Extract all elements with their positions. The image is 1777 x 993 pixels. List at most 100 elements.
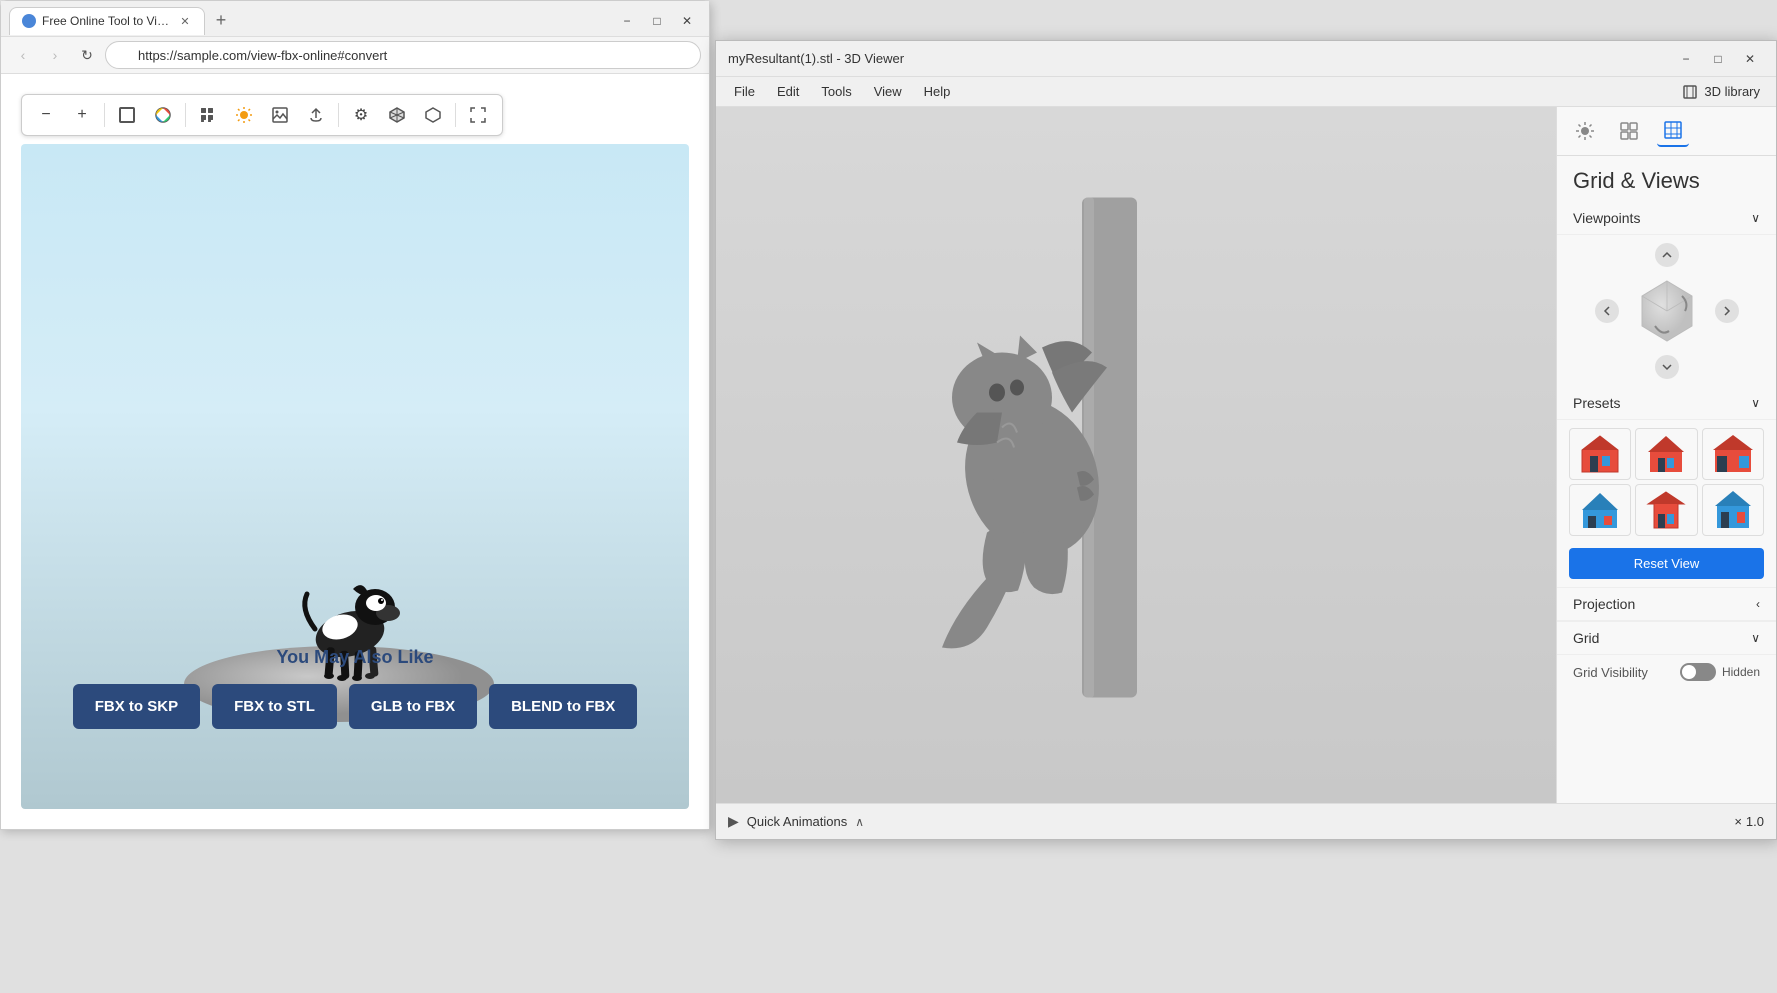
animation-icon: ▶: [728, 813, 739, 830]
menu-edit[interactable]: Edit: [767, 80, 809, 103]
fullscreen-button[interactable]: [462, 99, 494, 131]
grid-button[interactable]: [192, 99, 224, 131]
presets-grid: [1557, 420, 1776, 544]
menu-view[interactable]: View: [864, 80, 912, 103]
grid-visibility-label: Grid Visibility: [1573, 665, 1648, 680]
right-panel: Grid & Views Viewpoints ∨: [1556, 107, 1776, 803]
toggle-knob: [1682, 665, 1696, 679]
grid-section-header[interactable]: Grid ∨: [1557, 622, 1776, 655]
preset-item-2[interactable]: [1635, 428, 1697, 480]
projection-collapse[interactable]: ‹: [1756, 597, 1760, 611]
viewpoints-section-header[interactable]: Viewpoints ∨: [1557, 202, 1776, 235]
vp-column: [1595, 243, 1739, 379]
restore-button[interactable]: □: [1704, 49, 1732, 69]
presets-chevron: ∨: [1751, 396, 1760, 410]
panel-icon-bar: [1557, 107, 1776, 156]
preset-item-3[interactable]: [1702, 428, 1764, 480]
tab-favicon: [22, 14, 36, 28]
sun-button[interactable]: [228, 99, 260, 131]
viewpoints-chevron: ∨: [1751, 211, 1760, 225]
tab-close-button[interactable]: ✕: [178, 14, 192, 28]
grid-visibility-row: Grid Visibility Hidden: [1557, 655, 1776, 689]
vp-left-button[interactable]: [1595, 299, 1619, 323]
fbx-to-stl-button[interactable]: FBX to STL: [212, 684, 337, 729]
zoom-in-button[interactable]: +: [66, 99, 98, 131]
minimize-button[interactable]: −: [1672, 49, 1700, 69]
grid-panel-icon[interactable]: [1613, 115, 1645, 147]
preset-item-4[interactable]: [1569, 484, 1631, 536]
fbx-to-skp-button[interactable]: FBX to SKP: [73, 684, 200, 729]
toggle-switch[interactable]: Hidden: [1680, 663, 1760, 681]
forward-button[interactable]: ›: [41, 41, 69, 69]
viewer-window: myResultant(1).stl - 3D Viewer − □ ✕ Fil…: [715, 40, 1777, 840]
projection-section: Projection ‹: [1557, 587, 1776, 621]
speed-value: 1.0: [1746, 814, 1764, 829]
table-panel-icon[interactable]: [1657, 115, 1689, 147]
menu-tools[interactable]: Tools: [811, 80, 861, 103]
browser-titlebar: Free Online Tool to View 3D FB ✕ + − □ ✕: [1, 1, 709, 37]
projection-label: Projection: [1573, 596, 1635, 612]
browser-tab[interactable]: Free Online Tool to View 3D FB ✕: [9, 7, 205, 35]
viewer-body: Grid & Views Viewpoints ∨: [716, 107, 1776, 803]
toolbar-separator-4: [455, 103, 456, 127]
browser-tab-bar: Free Online Tool to View 3D FB ✕ + − □ ✕: [1, 1, 709, 37]
projection-section-header[interactable]: Projection ‹: [1557, 588, 1776, 621]
toolbar-separator-3: [338, 103, 339, 127]
upload-button[interactable]: [300, 99, 332, 131]
ymal-buttons: FBX to SKP FBX to STL GLB to FBX BLEND t…: [1, 684, 709, 729]
preset-house-2: [1636, 429, 1696, 479]
frame-button[interactable]: [111, 99, 143, 131]
animations-chevron[interactable]: ∧: [855, 815, 864, 829]
color-button[interactable]: [147, 99, 179, 131]
menu-items: File Edit Tools View Help: [724, 80, 960, 103]
address-bar[interactable]: [105, 41, 701, 69]
toolbar-separator-1: [104, 103, 105, 127]
vp-right-button[interactable]: [1715, 299, 1739, 323]
close-button[interactable]: ✕: [1736, 49, 1764, 69]
panel-title: Grid & Views: [1557, 156, 1776, 202]
browser-content: − +: [1, 74, 709, 829]
address-bar-wrapper: 🔒: [105, 41, 701, 69]
3d-library-button[interactable]: 3D library: [1674, 80, 1768, 104]
blend-to-fbx-button[interactable]: BLEND to FBX: [489, 684, 637, 729]
glb-to-fbx-button[interactable]: GLB to FBX: [349, 684, 477, 729]
browser-restore-button[interactable]: □: [643, 11, 671, 31]
reset-view-button[interactable]: Reset View: [1569, 548, 1764, 579]
window-controls: − □ ✕: [1672, 49, 1764, 69]
viewer-toolbar: − +: [21, 94, 503, 136]
cube-button[interactable]: [381, 99, 413, 131]
browser-close-button[interactable]: ✕: [673, 11, 701, 31]
viewer-3d[interactable]: [716, 107, 1556, 803]
tab-title: Free Online Tool to View 3D FB: [42, 14, 172, 28]
vp-top-row: [1627, 243, 1707, 267]
new-tab-button[interactable]: +: [209, 9, 233, 33]
preset-item-5[interactable]: [1635, 484, 1697, 536]
zoom-out-button[interactable]: −: [30, 99, 62, 131]
menu-help[interactable]: Help: [914, 80, 961, 103]
grid-chevron: ∨: [1751, 631, 1760, 645]
vp-up-button[interactable]: [1655, 243, 1679, 267]
hidden-label: Hidden: [1722, 665, 1760, 679]
viewer-titlebar: myResultant(1).stl - 3D Viewer − □ ✕: [716, 41, 1776, 77]
preset-house-4: [1570, 485, 1630, 535]
cube2-button[interactable]: [417, 99, 449, 131]
preset-item-6[interactable]: [1702, 484, 1764, 536]
library-label: 3D library: [1704, 84, 1760, 99]
vp-bottom-row: [1627, 355, 1707, 379]
browser-window: Free Online Tool to View 3D FB ✕ + − □ ✕…: [0, 0, 710, 830]
refresh-button[interactable]: ↻: [73, 41, 101, 69]
browser-minimize-button[interactable]: −: [613, 11, 641, 31]
preset-house-1: [1570, 429, 1630, 479]
speed-prefix: ×: [1734, 814, 1742, 829]
toggle-track[interactable]: [1680, 663, 1716, 681]
grid-label: Grid: [1573, 630, 1599, 646]
toolbar-separator-2: [185, 103, 186, 127]
preset-item-1[interactable]: [1569, 428, 1631, 480]
back-button[interactable]: ‹: [9, 41, 37, 69]
menu-file[interactable]: File: [724, 80, 765, 103]
image-button[interactable]: [264, 99, 296, 131]
sun-panel-icon[interactable]: [1569, 115, 1601, 147]
settings-button[interactable]: ⚙: [345, 99, 377, 131]
vp-down-button[interactable]: [1655, 355, 1679, 379]
presets-section-header[interactable]: Presets ∨: [1557, 387, 1776, 420]
